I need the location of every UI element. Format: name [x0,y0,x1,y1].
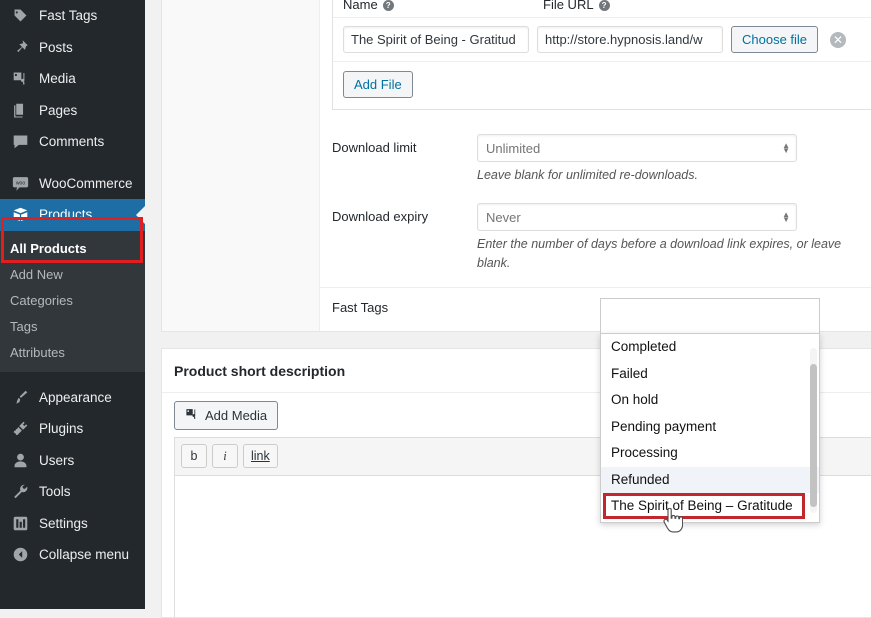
download-limit-description: Leave blank for unlimited re-downloads. [477,168,698,182]
sidebar-item-appearance[interactable]: Appearance [0,382,145,414]
dropdown-option-processing[interactable]: Processing [601,440,819,467]
products-icon [10,205,30,225]
product-data-panel: Name? File URL? Choose file ✕ Add File [161,0,871,332]
add-file-button[interactable]: Add File [343,71,413,98]
pages-icon [10,100,30,120]
submenu-item-attributes[interactable]: Attributes [0,340,145,366]
sidebar-item-tools[interactable]: Tools [0,476,145,508]
sidebar-item-settings[interactable]: Settings [0,508,145,540]
woo-icon: woo [10,173,30,193]
settings-icon [10,513,30,533]
collapse-icon [10,545,30,565]
downloadable-files-footer: Add File [333,62,871,109]
help-icon-name[interactable]: ? [382,0,394,11]
download-expiry-row: Download expiry ▲▼ Enter the number of d… [320,197,871,273]
sidebar-item-label: Settings [39,515,88,531]
dropdown-scrollbar-thumb[interactable] [810,364,817,507]
download-limit-field: ▲▼ [477,134,797,162]
product-data-tab-column [162,0,320,331]
downloadable-files-header: Name? File URL? [333,0,871,17]
download-limit-input[interactable] [477,134,797,162]
dropdown-option-pending-payment[interactable]: Pending payment [601,414,819,441]
submenu-item-categories[interactable]: Categories [0,288,145,314]
sidebar-item-label: Plugins [39,421,84,437]
fast-tags-label: Fast Tags [332,300,389,315]
add-media-button[interactable]: Add Media [174,401,279,430]
sidebar-item-woocommerce[interactable]: woo WooCommerce [0,168,145,200]
sidebar-item-label: Media [39,71,76,87]
dropdown-option-on-hold[interactable]: On hold [601,387,819,414]
submenu-item-all-products[interactable]: All Products [0,236,145,262]
sidebar-separator-2 [0,372,145,382]
column-header-file-url: File URL? [543,0,743,12]
dropdown-option-failed[interactable]: Failed [601,361,819,388]
link-button[interactable]: link [243,444,278,468]
dropdown-option-the-spirit-of-being-gratitude[interactable]: The Spirit of Being – Gratitude [601,493,819,520]
add-media-label: Add Media [205,408,268,423]
main-content-area: Name? File URL? Choose file ✕ Add File [145,0,871,618]
admin-sidebar: Fast Tags Posts Media Pages Comments woo… [0,0,145,609]
file-name-input[interactable] [343,26,529,53]
sidebar-item-label: Posts [39,39,73,55]
sidebar-item-label: Appearance [39,389,112,405]
dropdown-scrollbar[interactable] [810,348,817,513]
wrench-icon [10,482,30,502]
download-expiry-description: Enter the number of days before a downlo… [477,237,842,270]
fast-tags-select[interactable] [600,298,820,336]
dropdown-option-completed[interactable]: Completed [601,334,819,361]
submenu-item-tags[interactable]: Tags [0,314,145,340]
column-header-file-url-label: File URL [543,0,594,12]
sidebar-item-users[interactable]: Users [0,445,145,477]
sidebar-item-label: Pages [39,102,78,118]
sidebar-item-products[interactable]: Products [0,199,145,231]
italic-button[interactable]: i [212,444,238,468]
choose-file-button[interactable]: Choose file [731,26,819,53]
download-limit-row: Download limit ▲▼ Leave blank for unlimi… [320,128,871,185]
dropdown-option-refunded[interactable]: Refunded [601,466,819,493]
submenu-item-add-new[interactable]: Add New [0,262,145,288]
sidebar-item-label: Users [39,452,75,468]
fast-tags-dropdown-list[interactable]: Completed Failed On hold Pending payment… [600,333,820,523]
download-limit-label: Download limit [332,140,417,155]
plug-icon [10,419,30,439]
column-header-name: Name? [343,0,543,12]
downloadable-files-table: Name? File URL? Choose file ✕ Add File [332,0,871,110]
sidebar-item-label: Products [39,207,93,223]
sidebar-item-label: Comments [39,134,105,150]
sidebar-item-label: WooCommerce [39,175,133,191]
comment-icon [10,132,30,152]
downloadable-panel: Name? File URL? Choose file ✕ Add File [320,0,871,331]
sidebar-item-fast-tags[interactable]: Fast Tags [0,0,145,32]
sidebar-separator [0,158,145,168]
sidebar-item-comments[interactable]: Comments [0,126,145,158]
user-icon [10,450,30,470]
sidebar-item-pages[interactable]: Pages [0,95,145,127]
pin-icon [10,37,30,57]
download-expiry-field: ▲▼ [477,203,797,231]
sidebar-item-label: Collapse menu [39,547,130,563]
download-expiry-label: Download expiry [332,209,429,224]
download-expiry-input[interactable] [477,203,797,231]
column-header-name-label: Name [343,0,378,12]
bold-button[interactable]: b [181,444,207,468]
sidebar-item-plugins[interactable]: Plugins [0,413,145,445]
delete-file-icon[interactable]: ✕ [830,31,847,48]
sidebar-item-label: Tools [39,484,71,500]
downloadable-file-row: Choose file ✕ [333,17,871,62]
sidebar-item-label: Fast Tags [39,8,98,24]
sidebar-item-media[interactable]: Media [0,63,145,95]
media-icon [185,407,199,424]
svg-text:woo: woo [15,180,25,186]
products-submenu: All Products Add New Categories Tags Att… [0,230,145,372]
brush-icon [10,387,30,407]
tag-icon [10,6,30,26]
sidebar-item-posts[interactable]: Posts [0,32,145,64]
sidebar-item-collapse-menu[interactable]: Collapse menu [0,539,145,571]
file-url-input[interactable] [537,26,723,53]
help-icon-file-url[interactable]: ? [598,0,610,11]
page-title: Product short description [174,362,346,379]
media-icon [10,69,30,89]
